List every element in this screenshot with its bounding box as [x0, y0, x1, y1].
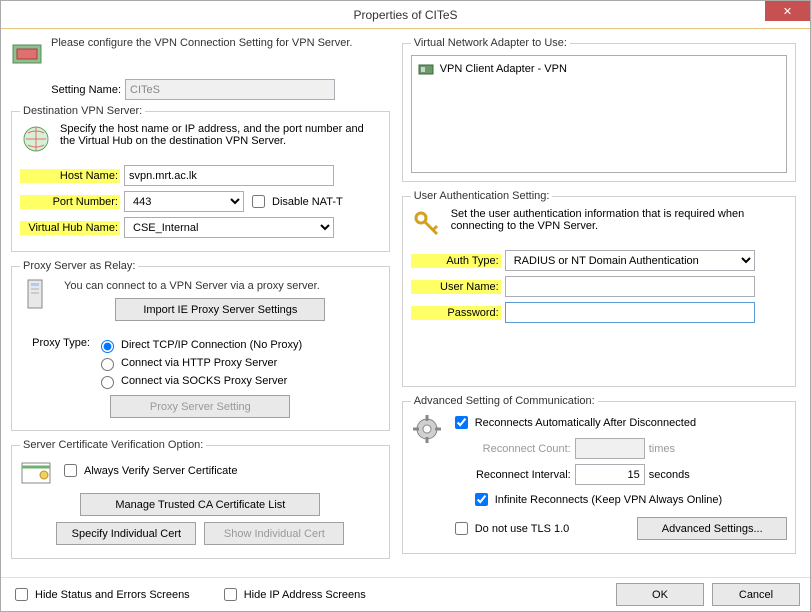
gear-icon — [411, 413, 443, 445]
advanced-legend: Advanced Setting of Communication: — [411, 395, 598, 407]
proxy-http-radio-wrap[interactable]: Connect via HTTP Proxy Server — [96, 355, 302, 371]
cert-group: Server Certificate Verification Option: … — [11, 439, 390, 559]
manage-ca-button[interactable]: Manage Trusted CA Certificate List — [80, 493, 320, 516]
import-ie-proxy-button[interactable]: Import IE Proxy Server Settings — [115, 298, 325, 321]
destination-desc: Specify the host name or IP address, and… — [60, 123, 381, 147]
password-label: Password: — [411, 306, 501, 320]
hide-status-checkbox-wrap[interactable]: Hide Status and Errors Screens — [11, 585, 190, 604]
destination-group: Destination VPN Server: Specify the host… — [11, 105, 390, 252]
auth-type-label: Auth Type: — [411, 254, 501, 268]
times-label: times — [649, 443, 675, 455]
infinite-reconnects-checkbox-wrap[interactable]: Infinite Reconnects (Keep VPN Always Onl… — [471, 490, 788, 509]
reconnect-count-input — [575, 438, 645, 459]
port-number-label: Port Number: — [20, 195, 120, 209]
password-input[interactable] — [505, 302, 755, 323]
auth-type-select[interactable]: RADIUS or NT Domain Authentication — [505, 250, 755, 271]
reconnect-auto-checkbox[interactable] — [455, 416, 468, 429]
show-cert-button: Show Individual Cert — [204, 522, 344, 545]
always-verify-checkbox-wrap[interactable]: Always Verify Server Certificate — [60, 461, 237, 480]
seconds-label: seconds — [649, 469, 690, 481]
port-number-select[interactable]: 443 — [124, 191, 244, 212]
disable-nat-checkbox[interactable] — [252, 195, 265, 208]
adapter-list[interactable]: VPN Client Adapter - VPN — [411, 55, 788, 173]
nic-icon — [418, 61, 434, 77]
proxy-http-radio[interactable] — [101, 358, 114, 371]
proxy-direct-radio[interactable] — [101, 340, 114, 353]
world-icon — [20, 123, 52, 155]
auth-legend: User Authentication Setting: — [411, 190, 553, 202]
auth-group: User Authentication Setting: Set the use… — [402, 190, 797, 387]
hide-status-checkbox[interactable] — [15, 588, 28, 601]
always-verify-checkbox[interactable] — [64, 464, 77, 477]
reconnect-count-label: Reconnect Count: — [451, 443, 571, 455]
vpn-box-icon — [11, 37, 43, 69]
titlebar: Properties of CITeS ✕ — [1, 1, 810, 29]
proxy-desc: You can connect to a VPN Server via a pr… — [64, 280, 381, 292]
intro-row: Please configure the VPN Connection Sett… — [11, 37, 390, 69]
user-name-input[interactable] — [505, 276, 755, 297]
close-icon: ✕ — [783, 5, 792, 18]
keys-icon — [411, 208, 443, 240]
disable-nat-checkbox-wrap[interactable]: Disable NAT-T — [248, 192, 343, 211]
reconnect-interval-input[interactable] — [575, 464, 645, 485]
no-tls-checkbox-wrap[interactable]: Do not use TLS 1.0 — [451, 519, 570, 538]
hide-ip-checkbox-wrap[interactable]: Hide IP Address Screens — [220, 585, 366, 604]
intro-text: Please configure the VPN Connection Sett… — [51, 37, 352, 49]
reconnect-interval-label: Reconnect Interval: — [451, 469, 571, 481]
advanced-settings-button[interactable]: Advanced Settings... — [637, 517, 787, 540]
host-name-label: Host Name: — [20, 169, 120, 183]
cert-legend: Server Certificate Verification Option: — [20, 439, 206, 451]
advanced-group: Advanced Setting of Communication: Recon… — [402, 395, 797, 554]
virtual-hub-select[interactable]: CSE_Internal — [124, 217, 334, 238]
adapter-item[interactable]: VPN Client Adapter - VPN — [416, 60, 783, 78]
certificate-icon — [20, 457, 52, 489]
reconnect-auto-checkbox-wrap[interactable]: Reconnects Automatically After Disconnec… — [451, 413, 788, 432]
destination-legend: Destination VPN Server: — [20, 105, 145, 117]
virtual-hub-label: Virtual Hub Name: — [20, 221, 120, 235]
window-title: Properties of CITeS — [353, 8, 457, 22]
proxy-direct-radio-wrap[interactable]: Direct TCP/IP Connection (No Proxy) — [96, 337, 302, 353]
ok-button[interactable]: OK — [616, 583, 704, 606]
user-name-label: User Name: — [411, 280, 501, 294]
host-name-input[interactable] — [124, 165, 334, 186]
proxy-type-label: Proxy Type: — [20, 335, 90, 391]
adapter-legend: Virtual Network Adapter to Use: — [411, 37, 570, 49]
bottom-bar: Hide Status and Errors Screens Hide IP A… — [1, 577, 810, 611]
adapter-group: Virtual Network Adapter to Use: VPN Clie… — [402, 37, 797, 182]
proxy-setting-button: Proxy Server Setting — [110, 395, 290, 418]
hide-ip-checkbox[interactable] — [224, 588, 237, 601]
no-tls-checkbox[interactable] — [455, 522, 468, 535]
infinite-reconnects-checkbox[interactable] — [475, 493, 488, 506]
proxy-legend: Proxy Server as Relay: — [20, 260, 138, 272]
close-button[interactable]: ✕ — [765, 1, 810, 21]
setting-name-input — [125, 79, 335, 100]
properties-dialog: Properties of CITeS ✕ Please configure t… — [0, 0, 811, 612]
auth-desc: Set the user authentication information … — [451, 208, 788, 232]
specify-cert-button[interactable]: Specify Individual Cert — [56, 522, 196, 545]
proxy-socks-radio-wrap[interactable]: Connect via SOCKS Proxy Server — [96, 373, 302, 389]
proxy-group: Proxy Server as Relay: You can connect t… — [11, 260, 390, 431]
cancel-button[interactable]: Cancel — [712, 583, 800, 606]
proxy-socks-radio[interactable] — [101, 376, 114, 389]
setting-name-label: Setting Name: — [31, 84, 121, 96]
server-icon — [20, 278, 52, 310]
